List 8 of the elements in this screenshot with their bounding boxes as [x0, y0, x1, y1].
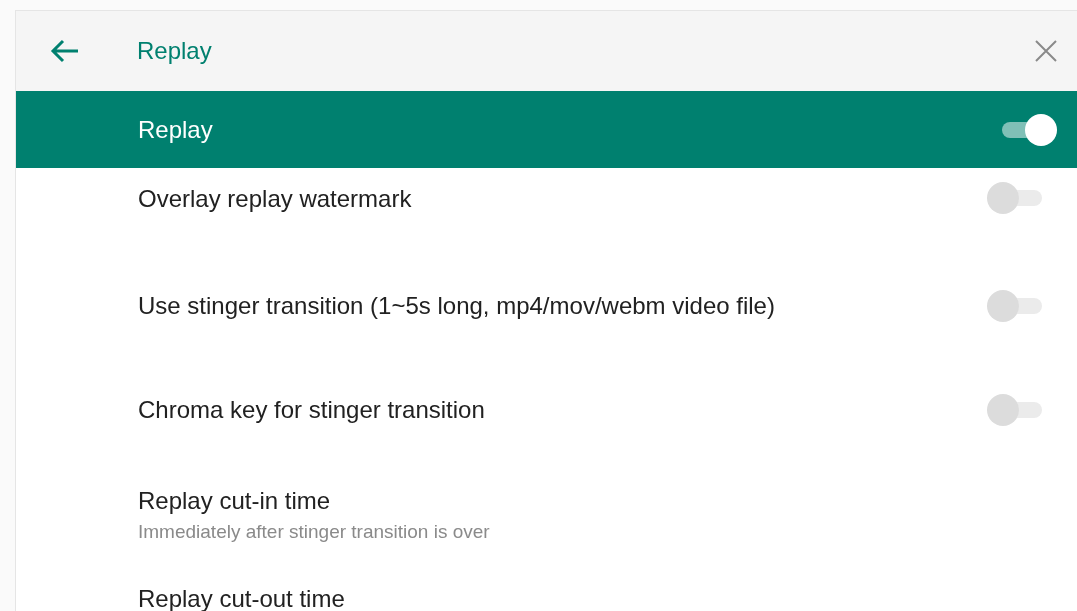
setting-label: Use stinger transition (1~5s long, mp4/mov/webm video file) — [138, 291, 775, 321]
close-icon[interactable] — [1033, 38, 1059, 64]
header-title: Replay — [137, 36, 212, 66]
master-switch-label: Replay — [138, 114, 213, 145]
setting-label[interactable]: Replay cut-in time — [138, 486, 331, 516]
setting-label: Overlay replay watermark — [138, 184, 412, 214]
setting-value: Immediately after stinger transition is over — [138, 520, 490, 544]
setting-label: Chroma key for stinger transition — [138, 395, 485, 425]
